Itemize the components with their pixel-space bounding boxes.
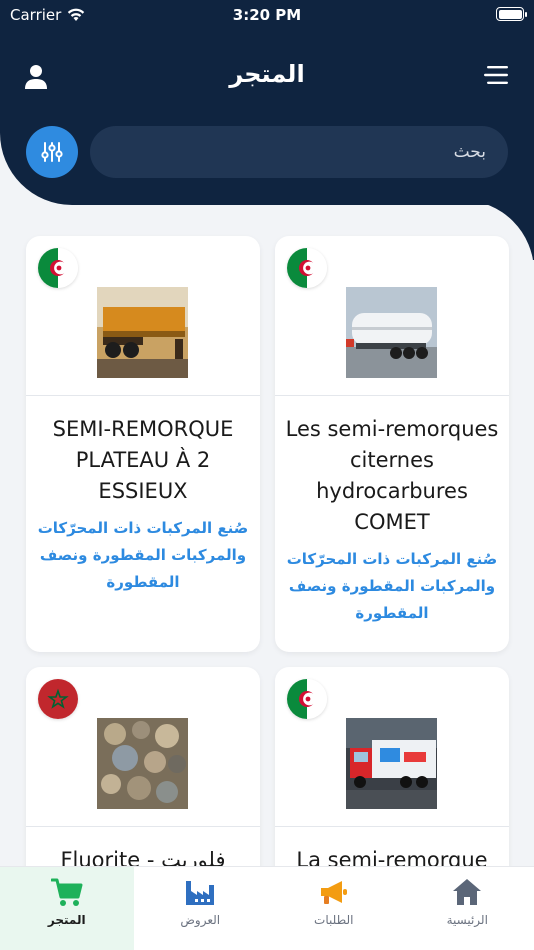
factory-icon [186, 881, 215, 905]
tab-home[interactable]: الرئيسية [401, 867, 534, 950]
algeria-flag-icon [38, 248, 78, 288]
product-image-area [26, 236, 260, 396]
product-image-area [275, 236, 509, 396]
home-icon [453, 879, 482, 905]
product-image-area [275, 667, 509, 827]
product-category: صُنع المركبات ذات المحرّكات والمركبات ال… [37, 519, 249, 591]
sliders-icon [41, 142, 63, 162]
fluorite-stones-image [97, 718, 188, 809]
tanker-trailer-image [346, 287, 437, 378]
status-time: 3:20 PM [232, 6, 302, 24]
tab-label: العروض [180, 913, 221, 927]
tab-label: المتجر [47, 913, 86, 927]
morocco-flag-icon [38, 679, 78, 719]
product-title: SEMI-REMORQUE PLATEAU À 2 ESSIEUX [52, 417, 234, 503]
tab-store[interactable]: المتجر [0, 867, 134, 950]
status-bar: Carrier 3:20 PM [0, 0, 534, 30]
search-input[interactable] [90, 126, 508, 178]
truck-trailer-image [346, 718, 437, 809]
product-card[interactable]: SEMI-REMORQUE PLATEAU À 2 ESSIEUX صُنع ا… [26, 236, 260, 652]
megaphone-icon [320, 881, 347, 904]
tab-orders[interactable]: الطلبات [267, 867, 401, 950]
product-title: Les semi-remorques citernes hydrocarbure… [285, 417, 499, 534]
tab-label: الطلبات [314, 913, 354, 927]
cart-icon [50, 878, 83, 906]
page-title: المتجر [229, 60, 305, 88]
product-card[interactable]: Les semi-remorques citernes hydrocarbure… [275, 236, 509, 652]
algeria-flag-icon [287, 679, 327, 719]
battery-icon [496, 7, 527, 21]
flatbed-trailer-image [97, 287, 188, 378]
tab-offers[interactable]: العروض [134, 867, 268, 950]
menu-icon[interactable] [484, 65, 508, 85]
product-category: صُنع المركبات ذات المحرّكات والمركبات ال… [286, 550, 498, 622]
tab-bar: المتجر العروض الطلبات الرئيسية [0, 866, 534, 950]
product-image-area [26, 667, 260, 827]
filter-button[interactable] [26, 126, 78, 178]
tab-label: الرئيسية [446, 913, 488, 927]
algeria-flag-icon [287, 248, 327, 288]
